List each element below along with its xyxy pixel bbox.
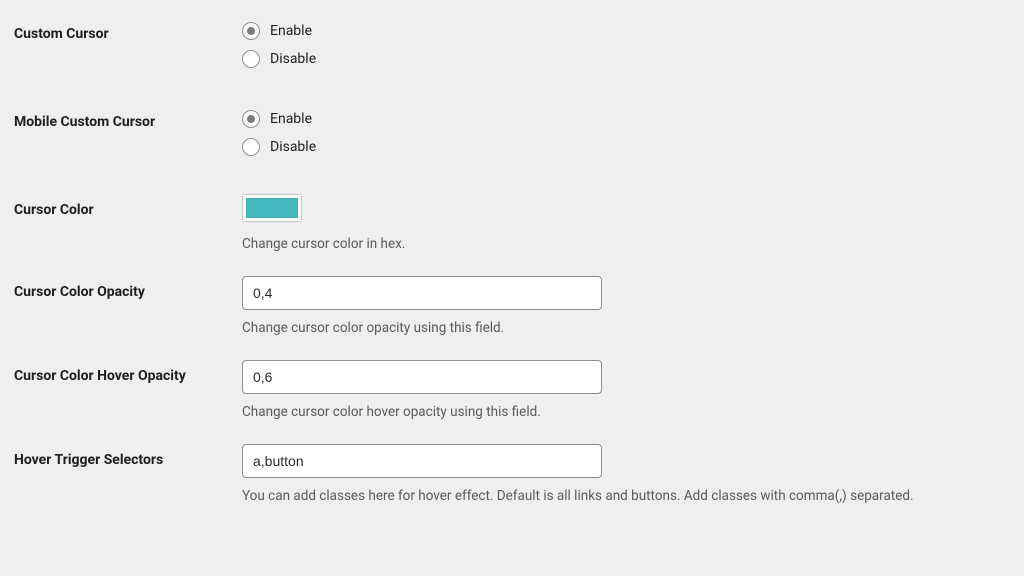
cursor-color-hover-opacity-input[interactable] [242,360,602,394]
settings-form: Custom Cursor Enable Disable Mobile Cust… [0,0,1024,504]
row-custom-cursor: Custom Cursor Enable Disable [14,18,1010,68]
radio-mobile-custom-cursor-enable[interactable]: Enable [242,110,1002,128]
desc-cursor-color: Change cursor color in hex. [242,236,1002,252]
label-hover-trigger-selectors: Hover Trigger Selectors [14,444,242,468]
row-hover-trigger-selectors: Hover Trigger Selectors You can add clas… [14,444,1010,504]
label-cursor-color-hover-opacity: Cursor Color Hover Opacity [14,360,242,384]
desc-hover-trigger-selectors: You can add classes here for hover effec… [242,488,1002,504]
color-picker-button[interactable] [242,194,302,222]
label-cursor-color: Cursor Color [14,194,242,218]
radio-icon [242,138,260,156]
radio-label: Enable [270,23,312,39]
row-mobile-custom-cursor: Mobile Custom Cursor Enable Disable [14,106,1010,156]
radio-mobile-custom-cursor-disable[interactable]: Disable [242,138,1002,156]
radio-group-mobile-custom-cursor: Enable Disable [242,106,1002,156]
radio-icon [242,22,260,40]
hover-trigger-selectors-input[interactable] [242,444,602,478]
cursor-color-opacity-input[interactable] [242,276,602,310]
label-mobile-custom-cursor: Mobile Custom Cursor [14,106,242,130]
radio-label: Disable [270,51,316,67]
desc-cursor-color-hover-opacity: Change cursor color hover opacity using … [242,404,1002,420]
color-swatch [246,198,298,218]
radio-custom-cursor-disable[interactable]: Disable [242,50,1002,68]
radio-label: Disable [270,139,316,155]
radio-icon [242,50,260,68]
radio-group-custom-cursor: Enable Disable [242,18,1002,68]
label-cursor-color-opacity: Cursor Color Opacity [14,276,242,300]
radio-custom-cursor-enable[interactable]: Enable [242,22,1002,40]
row-cursor-color: Cursor Color Change cursor color in hex. [14,194,1010,252]
row-cursor-color-opacity: Cursor Color Opacity Change cursor color… [14,276,1010,336]
radio-label: Enable [270,111,312,127]
row-cursor-color-hover-opacity: Cursor Color Hover Opacity Change cursor… [14,360,1010,420]
radio-icon [242,110,260,128]
desc-cursor-color-opacity: Change cursor color opacity using this f… [242,320,1002,336]
label-custom-cursor: Custom Cursor [14,18,242,42]
